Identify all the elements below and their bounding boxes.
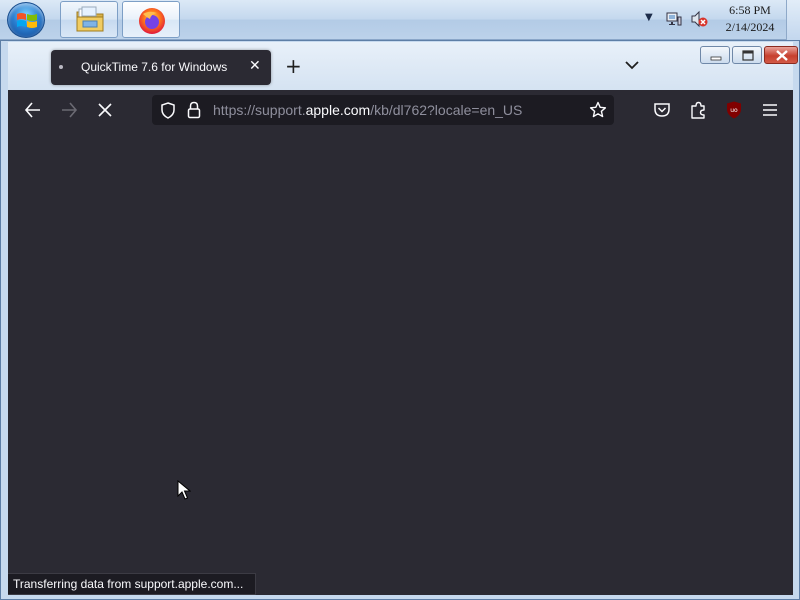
minimize-button[interactable] [700, 46, 730, 64]
menu-hamburger-icon[interactable] [761, 100, 779, 120]
url-host: apple.com [305, 102, 371, 118]
stop-loading-icon[interactable] [96, 100, 114, 120]
bookmark-star-icon[interactable] [589, 101, 607, 119]
restore-icon [742, 50, 754, 61]
page-content-area[interactable] [8, 131, 793, 595]
taskbar-firefox-button[interactable] [122, 1, 180, 38]
svg-text:uo: uo [730, 107, 738, 114]
url-bar[interactable]: https://support.apple.com/kb/dl762?local… [152, 95, 614, 125]
forward-icon[interactable] [60, 100, 78, 120]
taskbar: ▼ 6:58 PM 2/14/2024 [0, 0, 800, 40]
tab-quicktime[interactable]: QuickTime 7.6 for Windows ✕ [51, 50, 271, 85]
firefox-window: QuickTime 7.6 for Windows ✕ + https://su… [0, 40, 800, 600]
lock-icon[interactable] [187, 101, 201, 119]
mouse-pointer-icon [177, 480, 191, 500]
status-panel: Transferring data from support.apple.com… [8, 573, 256, 595]
firefox-icon [139, 8, 165, 34]
navigation-toolbar: https://support.apple.com/kb/dl762?local… [8, 90, 793, 131]
url-text[interactable]: https://support.apple.com/kb/dl762?local… [213, 102, 522, 118]
network-icon[interactable] [666, 11, 682, 27]
clock-time[interactable]: 6:58 PM [718, 3, 782, 18]
taskbar-explorer-button[interactable] [60, 1, 118, 38]
list-all-tabs-icon[interactable] [625, 60, 639, 70]
restore-button[interactable] [732, 46, 762, 64]
pocket-icon[interactable] [653, 100, 671, 120]
ublock-origin-icon[interactable]: uo [725, 100, 743, 120]
tray-overflow-icon[interactable]: ▼ [645, 12, 653, 23]
start-button[interactable] [7, 2, 45, 38]
folder-icon [76, 6, 104, 32]
clock-date[interactable]: 2/14/2024 [718, 20, 782, 35]
tab-close-icon[interactable]: ✕ [249, 59, 261, 73]
url-path: /kb/dl762?locale=en_US [370, 102, 523, 118]
volume-muted-icon[interactable] [690, 10, 708, 28]
tracking-protection-shield-icon[interactable] [160, 102, 176, 119]
tab-strip: QuickTime 7.6 for Windows ✕ + [8, 42, 798, 90]
status-text: Transferring data from support.apple.com… [13, 577, 244, 591]
url-prefix: https://support. [213, 102, 306, 118]
show-desktop-button[interactable] [786, 0, 800, 40]
tab-title: QuickTime 7.6 for Windows [81, 60, 228, 74]
back-icon[interactable] [24, 100, 42, 120]
minimize-icon [710, 56, 722, 61]
windows-logo-icon [17, 13, 37, 28]
tab-loading-icon [59, 65, 63, 69]
close-icon [776, 50, 788, 61]
close-window-button[interactable] [764, 46, 798, 64]
extensions-icon[interactable] [689, 100, 707, 120]
new-tab-button[interactable]: + [285, 56, 302, 76]
